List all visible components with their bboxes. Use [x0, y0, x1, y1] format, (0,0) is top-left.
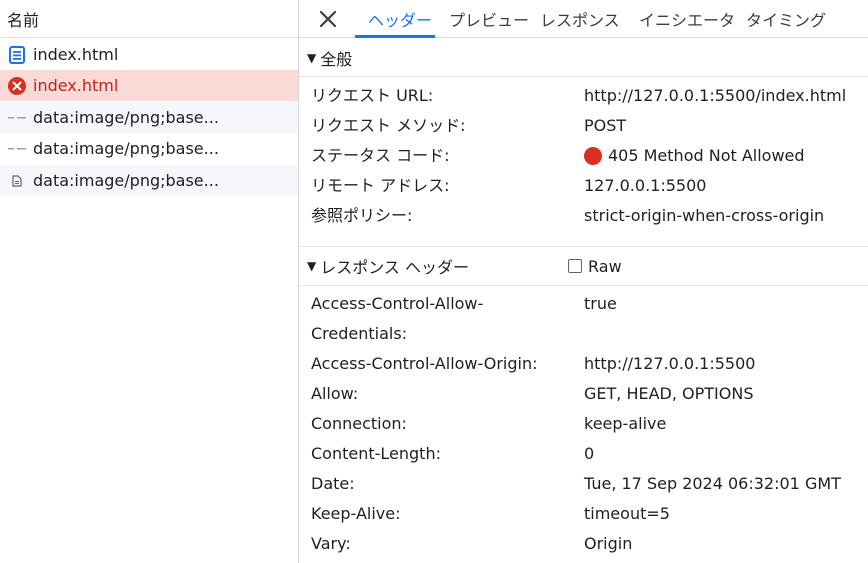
raw-label: Raw: [588, 256, 622, 276]
header-value[interactable]: 127.0.0.1:5500: [584, 171, 864, 201]
raw-checkbox[interactable]: [568, 259, 582, 273]
header-row: Content-Length: 0: [299, 439, 868, 469]
header-row: Keep-Alive: timeout=5: [299, 499, 868, 529]
header-key: Access-Control-Allow-Credentials:: [311, 294, 484, 343]
header-value[interactable]: http://127.0.0.1:5500: [584, 349, 864, 379]
header-key: Vary:: [311, 534, 351, 553]
header-row: Connection: keep-alive: [299, 409, 868, 439]
header-key: Allow:: [311, 384, 359, 403]
section-title: 全般: [320, 49, 353, 69]
error-circle-icon: [7, 76, 27, 96]
tab-headers[interactable]: ヘッダー: [368, 0, 432, 38]
header-row: Access-Control-Allow-Origin: http://127.…: [299, 349, 868, 379]
general-section-header[interactable]: ▼ 全般: [299, 39, 868, 77]
request-name: data:image/png;base...: [33, 108, 219, 127]
header-value[interactable]: timeout=5: [584, 499, 864, 529]
close-icon[interactable]: [319, 0, 337, 38]
request-details: ヘッダー プレビュー レスポンス イニシエータ タイミング ▼ 全般 リクエスト…: [299, 0, 868, 563]
document-icon: [7, 45, 27, 65]
details-tabbar: ヘッダー プレビュー レスポンス イニシエータ タイミング: [299, 0, 868, 38]
header-row: リクエスト URL: http://127.0.0.1:5500/index.h…: [299, 81, 868, 111]
section-title: レスポンス ヘッダー: [320, 258, 470, 277]
header-value[interactable]: GET, HEAD, OPTIONS: [584, 379, 864, 409]
header-key: Access-Control-Allow-Origin:: [311, 354, 538, 373]
header-row: Vary: Origin: [299, 529, 868, 559]
request-row[interactable]: index.html: [0, 39, 298, 70]
header-value[interactable]: 0: [584, 439, 864, 469]
header-key: リモート アドレス:: [311, 176, 450, 195]
request-name: index.html: [33, 76, 119, 95]
request-name: data:image/png;base...: [33, 139, 219, 158]
status-value[interactable]: 405 Method Not Allowed: [584, 141, 864, 171]
name-column-label: 名前: [7, 10, 40, 30]
header-key: リクエスト URL:: [311, 86, 434, 105]
raw-toggle[interactable]: Raw: [568, 257, 622, 276]
tab-response[interactable]: レスポンス: [540, 0, 620, 38]
triangle-down-icon: ▼: [307, 50, 317, 65]
header-key: Connection:: [311, 414, 407, 433]
request-row[interactable]: data:image/png;base...: [0, 165, 298, 196]
header-value[interactable]: http://127.0.0.1:5500/index.html: [584, 81, 864, 111]
small-document-icon: [7, 171, 27, 191]
request-row[interactable]: data:image/png;base...: [0, 102, 298, 133]
header-key: Content-Length:: [311, 444, 441, 463]
triangle-down-icon: ▼: [307, 259, 317, 273]
header-row: リクエスト メソッド: POST: [299, 111, 868, 141]
header-row: Access-Control-Allow-Credentials: true: [299, 289, 868, 349]
header-key: Date:: [311, 474, 355, 493]
name-column-header[interactable]: 名前: [0, 0, 298, 38]
request-row-selected[interactable]: index.html: [0, 70, 298, 101]
header-key: ステータス コード:: [311, 146, 450, 165]
tab-preview[interactable]: プレビュー: [449, 0, 529, 38]
header-row: Allow: GET, HEAD, OPTIONS: [299, 379, 868, 409]
tab-initiator[interactable]: イニシエータ: [639, 0, 735, 38]
header-row: ステータス コード: 405 Method Not Allowed: [299, 141, 868, 171]
header-row: リモート アドレス: 127.0.0.1:5500: [299, 171, 868, 201]
request-list: 名前 index.html index.html data:image/png;…: [0, 0, 299, 563]
header-key: リクエスト メソッド:: [311, 116, 466, 135]
response-headers-section-header[interactable]: ▼ レスポンス ヘッダー Raw: [299, 246, 868, 286]
header-value[interactable]: Tue, 17 Sep 2024 06:32:01 GMT: [584, 469, 864, 499]
status-text: 405 Method Not Allowed: [608, 146, 805, 165]
header-row: 参照ポリシー: strict-origin-when-cross-origin: [299, 201, 868, 231]
request-name: index.html: [33, 45, 119, 64]
header-value[interactable]: POST: [584, 111, 864, 141]
request-row[interactable]: data:image/png;base...: [0, 133, 298, 164]
header-value[interactable]: Origin: [584, 529, 864, 559]
header-key: Keep-Alive:: [311, 504, 401, 523]
header-row: Date: Tue, 17 Sep 2024 06:32:01 GMT: [299, 469, 868, 499]
dash-icon: [7, 108, 27, 128]
header-value[interactable]: strict-origin-when-cross-origin: [584, 201, 864, 231]
header-value[interactable]: keep-alive: [584, 409, 864, 439]
active-tab-indicator: [355, 35, 435, 38]
devtools-network-panel: 名前 index.html index.html data:image/png;…: [0, 0, 868, 563]
dash-icon: [7, 139, 27, 159]
header-key: 参照ポリシー:: [311, 206, 413, 225]
request-name: data:image/png;base...: [33, 171, 219, 190]
header-value[interactable]: true: [584, 289, 864, 319]
tab-timing[interactable]: タイミング: [746, 0, 826, 38]
status-error-dot-icon: [584, 147, 602, 165]
